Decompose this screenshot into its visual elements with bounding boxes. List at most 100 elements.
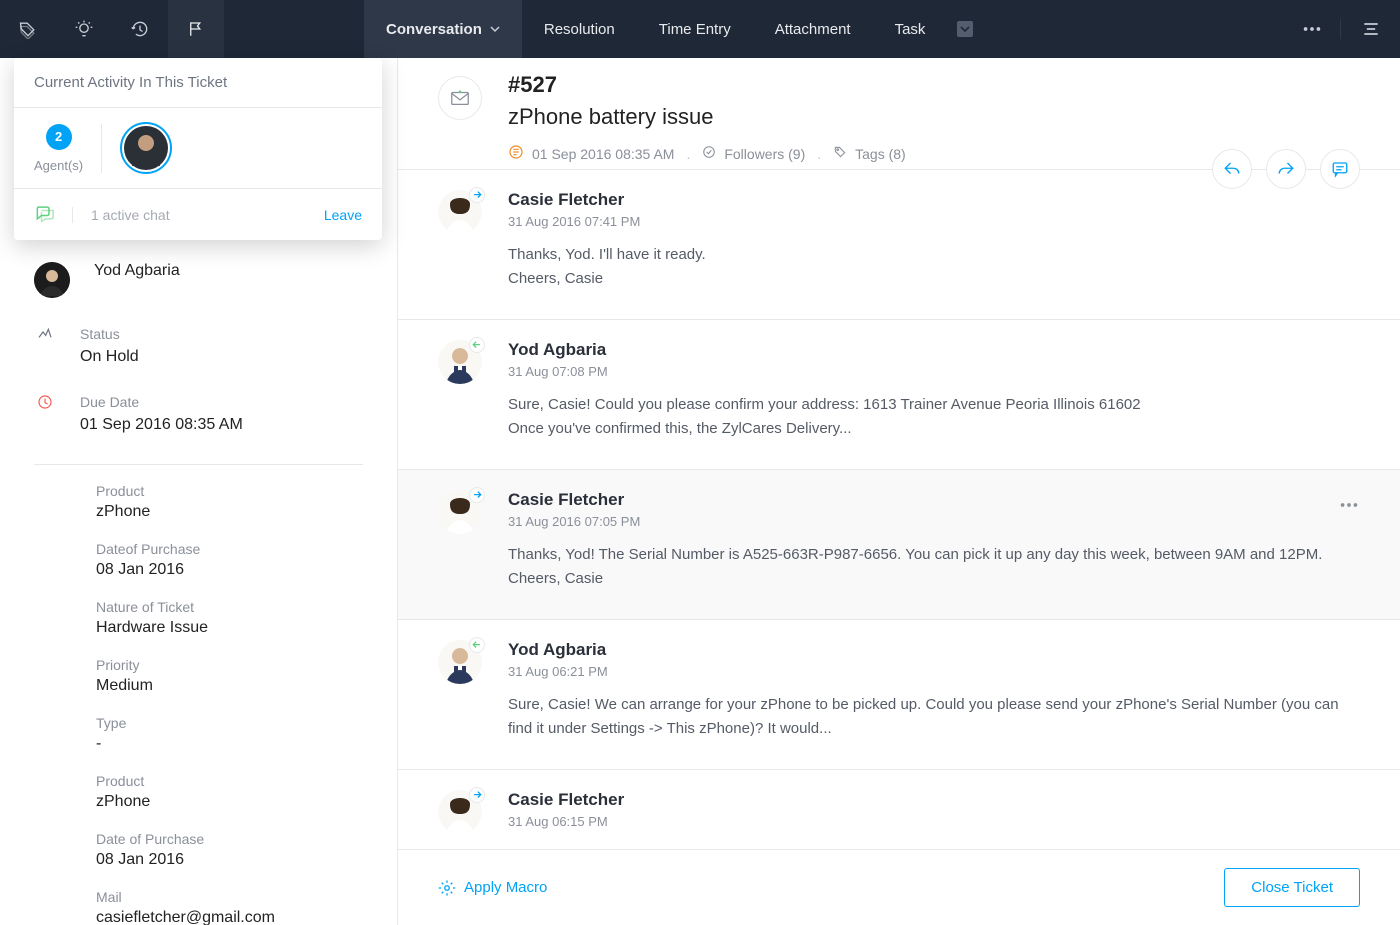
menu-icon[interactable] (1340, 19, 1400, 39)
apply-macro-link[interactable]: Apply Macro (438, 879, 547, 897)
tab-conversation[interactable]: Conversation (364, 0, 522, 58)
ticket-id: #527 (508, 72, 906, 98)
ticket-actions (1212, 149, 1360, 189)
more-options-icon[interactable] (1284, 18, 1340, 40)
status-row: Status On Hold (0, 322, 397, 390)
property-label: Product (96, 483, 363, 499)
divider (34, 464, 363, 465)
message-author: Casie Fletcher (508, 190, 1360, 210)
tab-task[interactable]: Task (873, 0, 948, 58)
conversation-thread: Casie Fletcher 31 Aug 2016 07:41 PM Than… (398, 170, 1400, 849)
reply-button[interactable] (1212, 149, 1252, 189)
ticket-subject: zPhone battery issue (508, 104, 906, 130)
agent-count-badge: 2 (46, 124, 72, 150)
message-time: 31 Aug 2016 07:41 PM (508, 214, 1360, 229)
message-time: 31 Aug 06:15 PM (508, 814, 1360, 829)
tags-icon[interactable] (0, 0, 56, 58)
forward-button[interactable] (1266, 149, 1306, 189)
close-ticket-button[interactable]: Close Ticket (1224, 868, 1360, 907)
direction-badge-icon (469, 637, 485, 653)
tab-label: Resolution (544, 21, 615, 38)
property-row: Type- (96, 715, 363, 753)
tab-label: Time Entry (659, 21, 731, 38)
property-row: Nature of Ticket Hardware Issue (96, 599, 363, 637)
gear-icon (438, 879, 456, 897)
followers-link[interactable]: Followers (9) (724, 146, 805, 162)
property-label: Date of Purchase (96, 831, 363, 847)
property-label: Mail (96, 889, 363, 905)
property-label: Nature of Ticket (96, 599, 363, 615)
property-value: zPhone (96, 503, 363, 521)
property-value: casiefletcher@gmail.com (96, 909, 363, 925)
owner-avatar[interactable] (34, 262, 70, 298)
duedate-row: Due Date 01 Sep 2016 08:35 AM (0, 390, 397, 458)
clock-icon (508, 144, 524, 163)
message-avatar[interactable] (438, 490, 482, 534)
tab-label: Attachment (775, 21, 851, 38)
tab-resolution[interactable]: Resolution (522, 0, 637, 58)
direction-badge-icon (469, 487, 485, 503)
message-text: Thanks, Yod. I'll have it ready.Cheers, … (508, 243, 1360, 291)
property-label: Priority (96, 657, 363, 673)
direction-badge-icon (469, 337, 485, 353)
popover-title: Current Activity In This Ticket (14, 58, 382, 108)
flag-icon[interactable] (168, 0, 224, 58)
message[interactable]: Casie Fletcher 31 Aug 2016 07:41 PM Than… (398, 170, 1400, 320)
tab-label: Task (895, 21, 926, 38)
direction-badge-icon (469, 787, 485, 803)
tags-link[interactable]: Tags (8) (855, 146, 906, 162)
message-author: Casie Fletcher (508, 490, 1360, 510)
message-time: 31 Aug 07:08 PM (508, 364, 1360, 379)
message[interactable]: Yod Agbaria 31 Aug 06:21 PM Sure, Casie!… (398, 620, 1400, 770)
comment-button[interactable] (1320, 149, 1360, 189)
tab-attachment[interactable]: Attachment (753, 0, 873, 58)
topbar-right (1284, 0, 1400, 58)
duedate-value: 01 Sep 2016 08:35 AM (80, 416, 243, 434)
ticket-main: #527 zPhone battery issue 01 Sep 2016 08… (398, 58, 1400, 925)
message[interactable]: Yod Agbaria 31 Aug 07:08 PM Sure, Casie!… (398, 320, 1400, 470)
message-avatar[interactable] (438, 790, 482, 834)
duedate-label: Due Date (80, 394, 243, 410)
message-more-icon[interactable] (1338, 494, 1360, 519)
property-value: Medium (96, 677, 363, 695)
message-author: Yod Agbaria (508, 640, 1360, 660)
ticket-timestamp: 01 Sep 2016 08:35 AM (532, 146, 674, 162)
property-row: Product zPhone (96, 483, 363, 521)
property-value: 08 Jan 2016 (96, 851, 363, 869)
tab-more-dropdown[interactable] (947, 0, 983, 58)
property-row: Date of Purchase 08 Jan 2016 (96, 831, 363, 869)
message-author: Casie Fletcher (508, 790, 1360, 810)
message-text: Sure, Casie! Could you please confirm yo… (508, 393, 1360, 441)
message[interactable]: Casie Fletcher 31 Aug 2016 07:05 PM Than… (398, 470, 1400, 620)
tab-label: Conversation (386, 21, 482, 38)
ticket-meta: 01 Sep 2016 08:35 AM . Followers (9) . T… (508, 144, 906, 163)
property-value: Hardware Issue (96, 619, 363, 637)
chevron-down-icon (490, 24, 500, 34)
message[interactable]: Casie Fletcher 31 Aug 06:15 PM (398, 770, 1400, 849)
tabs: Conversation Resolution Time Entry Attac… (364, 0, 983, 58)
activity-popover: Current Activity In This Ticket 2 Agent(… (14, 58, 382, 240)
property-row: Mail casiefletcher@gmail.com (96, 889, 363, 925)
agent-count-label: Agent(s) (34, 158, 83, 173)
divider (72, 207, 73, 223)
message-avatar[interactable] (438, 190, 482, 234)
status-icon (34, 326, 56, 366)
apply-macro-label: Apply Macro (464, 879, 547, 896)
owner-name: Yod Agbaria (94, 262, 180, 280)
message-author: Yod Agbaria (508, 340, 1360, 360)
message-avatar[interactable] (438, 340, 482, 384)
leave-link[interactable]: Leave (324, 207, 362, 223)
tag-icon (833, 145, 847, 162)
ticket-header: #527 zPhone battery issue 01 Sep 2016 08… (398, 58, 1400, 170)
tab-time-entry[interactable]: Time Entry (637, 0, 753, 58)
idea-icon[interactable] (56, 0, 112, 58)
message-avatar[interactable] (438, 640, 482, 684)
property-value: zPhone (96, 793, 363, 811)
history-icon[interactable] (112, 0, 168, 58)
property-label: Type (96, 715, 363, 731)
property-row: Priority Medium (96, 657, 363, 695)
footer-bar: Apply Macro Close Ticket (398, 849, 1400, 925)
property-label: Dateof Purchase (96, 541, 363, 557)
active-agent-avatar[interactable] (120, 122, 172, 174)
property-row: Dateof Purchase08 Jan 2016 (96, 541, 363, 579)
